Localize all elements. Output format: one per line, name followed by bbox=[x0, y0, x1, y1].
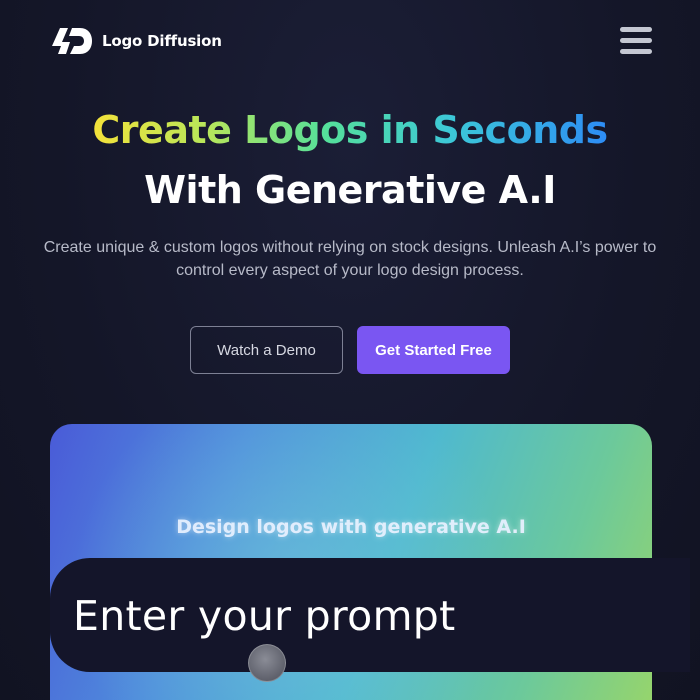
site-header: Logo Diffusion bbox=[0, 0, 700, 80]
prompt-input[interactable]: Enter your prompt bbox=[50, 558, 690, 672]
brand-name: Logo Diffusion bbox=[102, 32, 222, 50]
get-started-button[interactable]: Get Started Free bbox=[357, 326, 510, 374]
hero-subheadline: Create unique & custom logos without rel… bbox=[43, 239, 657, 279]
watch-demo-button[interactable]: Watch a Demo bbox=[190, 326, 343, 374]
brand-logo-link[interactable]: Logo Diffusion bbox=[50, 26, 222, 56]
demo-caption: Design logos with generative A.I bbox=[176, 516, 526, 538]
hamburger-menu-icon[interactable] bbox=[618, 24, 654, 58]
headline-gradient-line: Create Logos in Seconds bbox=[92, 108, 608, 152]
menu-bar-top bbox=[620, 27, 652, 32]
ld-monogram-icon bbox=[52, 28, 92, 54]
menu-bar-middle bbox=[620, 38, 652, 43]
pointer-cursor-icon bbox=[248, 644, 286, 682]
hero-headline: Create Logos in Seconds With Generative … bbox=[0, 102, 700, 218]
menu-bar-bottom bbox=[620, 49, 652, 54]
prompt-placeholder: Enter your prompt bbox=[73, 592, 456, 640]
headline-white-line: With Generative A.I bbox=[144, 168, 556, 212]
page: Logo Diffusion Create Logos in Seconds W… bbox=[0, 0, 700, 700]
